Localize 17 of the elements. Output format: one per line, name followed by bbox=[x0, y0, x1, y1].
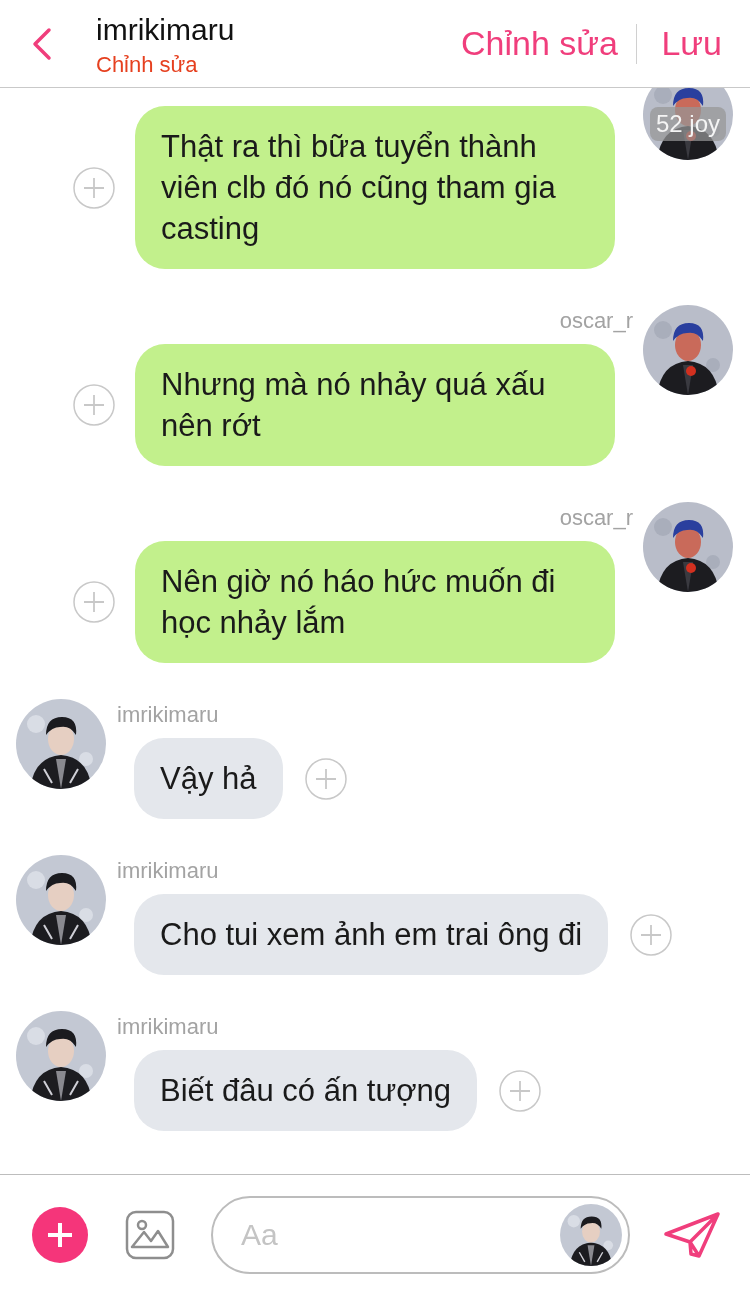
sender-name: imrikimaru bbox=[117, 857, 219, 885]
sender-name: imrikimaru bbox=[117, 701, 219, 729]
sender-name: imrikimaru bbox=[117, 1013, 219, 1041]
chat-title: imrikimaru bbox=[96, 11, 236, 48]
message-bubble: Cho tui xem ảnh em trai ông đi bbox=[134, 894, 609, 975]
sender-name: oscar_r bbox=[559, 307, 633, 335]
sender-name: oscar_r bbox=[559, 504, 633, 532]
header-action-button[interactable]: Chỉnh sửa bbox=[460, 24, 618, 63]
message-input-field[interactable]: Aa bbox=[211, 1195, 630, 1274]
avatar-badge: 52 joy bbox=[650, 107, 727, 141]
message-bubble: Thật ra thì bữa tuyển thành viên clb đó nó cũng tham gia casting bbox=[135, 106, 615, 269]
message-bubble: Nhưng mà nó nhảy quá xấu nên rớt bbox=[135, 344, 615, 466]
message-bubble: Nên giờ nó háo hức muốn đi học nhảy lắm bbox=[135, 541, 615, 663]
message-bubble: Biết đâu có ấn tượng bbox=[134, 1050, 477, 1131]
header-action-button[interactable]: Lưu bbox=[661, 24, 722, 63]
message-bubble: Vậy hả bbox=[134, 738, 283, 819]
chat-subtitle: Chỉnh sửa bbox=[96, 50, 199, 79]
